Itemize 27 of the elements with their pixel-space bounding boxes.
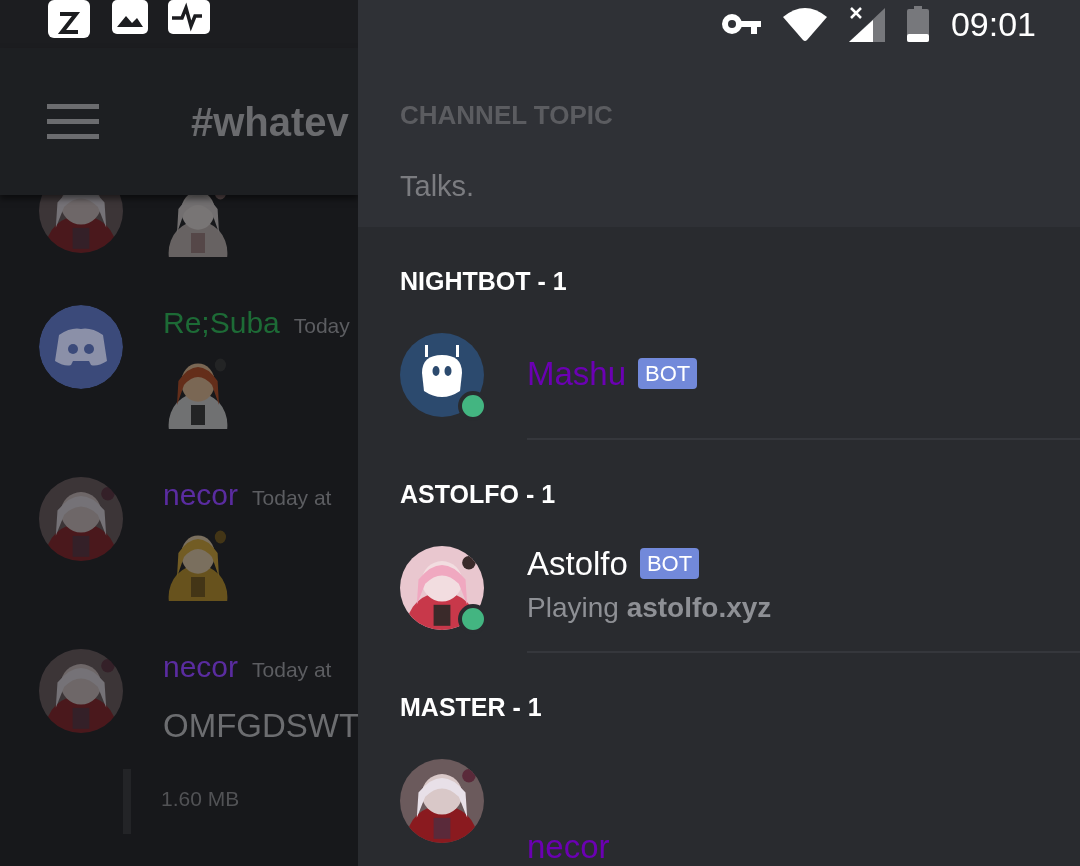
key-icon [720, 12, 761, 36]
wifi-icon [782, 7, 827, 41]
bot-tag: BOT [639, 548, 700, 579]
timestamp: Today at [252, 657, 332, 683]
member-name: Astolfo [527, 545, 628, 582]
author-name[interactable]: necor [163, 649, 239, 685]
battery-icon [906, 6, 929, 42]
signal-icon [848, 6, 885, 42]
author-name[interactable]: necor [163, 477, 239, 513]
member-name: necor [527, 828, 610, 865]
group-heading: MASTER - 1 [399, 692, 543, 723]
timestamp: Today [293, 313, 350, 339]
group-heading: ASTOLFO - 1 [399, 479, 557, 510]
timestamp: Today at [252, 485, 332, 511]
channel-title: #whatev [191, 98, 349, 146]
member-name: Mashu [527, 355, 627, 392]
author-name[interactable]: Re;Suba [163, 305, 280, 341]
clock-text: 09:01 [950, 3, 1036, 45]
bot-tag: BOT [638, 358, 698, 389]
robot-avatar-icon [400, 333, 484, 417]
member-row[interactable]: necor [358, 736, 1080, 866]
menu-icon[interactable] [47, 103, 99, 140]
channel-topic: Talks. [400, 169, 476, 204]
message-text: OMFGDSWT [163, 706, 358, 746]
group-heading: NIGHTBOT - 1 [399, 266, 568, 297]
logo-icon [39, 305, 123, 389]
activity-text: Playing astolfo.xyz [527, 591, 773, 625]
